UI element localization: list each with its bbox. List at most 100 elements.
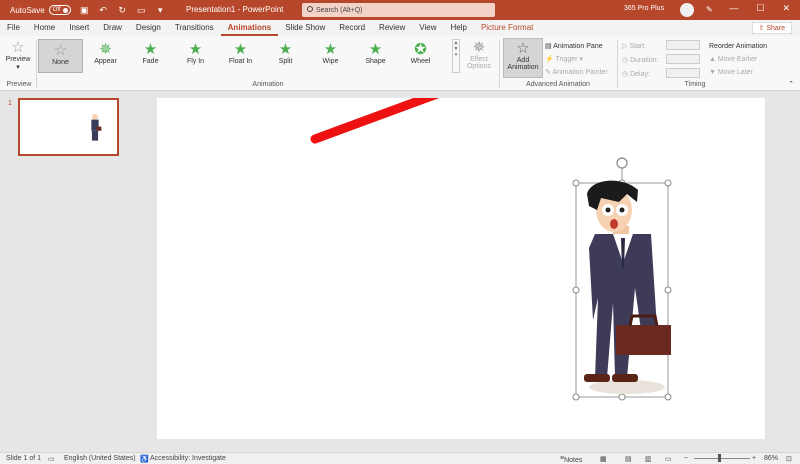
slide-canvas[interactable] (157, 71, 765, 439)
move-earlier-button[interactable]: ▲ Move Earlier (709, 53, 767, 66)
animation-painter-button[interactable]: ✎ Animation Painter (545, 66, 608, 79)
save-icon[interactable]: ▣ (79, 5, 90, 16)
slide-number: 1 (8, 100, 12, 107)
timing-controls: ▷ Start: ◷ Duration: ◷ Delay: (622, 40, 658, 82)
advanced-animation-list: ▤ Animation Pane ⚡ Trigger ▾ ✎ Animation… (545, 40, 608, 79)
tab-slide-show[interactable]: Slide Show (278, 20, 332, 36)
autosave-label: AutoSave (10, 5, 45, 15)
slide-sorter-icon[interactable]: ▤ (625, 455, 632, 463)
slide-thumbnail[interactable] (18, 98, 119, 156)
star-icon: ★ (143, 41, 158, 58)
tab-view[interactable]: View (412, 20, 443, 36)
quick-access-toolbar: ▣ ↶ ↻ ▭ ▾ (79, 5, 166, 16)
close-icon[interactable]: ✕ (782, 3, 790, 14)
search-icon (307, 6, 313, 12)
share-button[interactable]: ⇪ Share (751, 22, 792, 34)
preview-button[interactable]: ☆ Preview ▾ (5, 40, 31, 72)
star-icon: ★ (188, 41, 203, 58)
gallery-scroll[interactable]: ▲ ▼ ▾ (452, 39, 460, 73)
animation-fly-in[interactable]: ★ Fly In (173, 39, 218, 73)
reading-view-icon[interactable]: ▥ (645, 455, 652, 463)
effect-options-button[interactable]: ✵ Effect Options (466, 39, 492, 71)
reorder-title: Reorder Animation (709, 43, 767, 50)
chevron-down-icon: ▾ (16, 64, 20, 71)
pen-icon[interactable]: ✎ (706, 5, 713, 14)
accessibility-status[interactable]: Accessibility: Investigate (150, 455, 226, 462)
tab-review[interactable]: Review (372, 20, 412, 36)
window-controls: — ☐ ✕ (729, 3, 790, 14)
tab-picture-format[interactable]: Picture Format (474, 20, 540, 36)
language-indicator[interactable]: English (United States) (64, 455, 136, 462)
add-animation-button[interactable]: ☆ Add Animation (503, 38, 543, 78)
avatar[interactable] (680, 3, 694, 17)
tab-animations[interactable]: Animations (220, 20, 279, 36)
arrow-down-icon: ▼ (709, 69, 718, 76)
slide-art (310, 71, 672, 401)
status-bar: Slide 1 of 1 ▭ English (United States) ♿… (0, 452, 800, 464)
animation-wipe[interactable]: ★ Wipe (308, 39, 353, 73)
trigger-icon: ⚡ (545, 56, 556, 63)
red-arrow (310, 71, 499, 144)
redo-icon[interactable]: ↻ (117, 5, 128, 16)
collapse-ribbon-icon[interactable]: ⌃ (788, 80, 794, 88)
move-later-button[interactable]: ▼ Move Later (709, 66, 767, 79)
clock-icon: ◷ (622, 71, 631, 78)
zoom-in-icon[interactable]: + (752, 455, 756, 462)
tab-help[interactable]: Help (443, 20, 473, 36)
animation-appear[interactable]: ✵ Appear (83, 39, 128, 73)
normal-view-icon[interactable]: ▦ (600, 455, 607, 463)
star-icon: ★ (278, 41, 293, 58)
group-label-animation: Animation (252, 81, 284, 88)
animation-split[interactable]: ★ Split (263, 39, 308, 73)
start-label: ▷ Start: (622, 43, 647, 50)
divider (36, 40, 37, 88)
tab-record[interactable]: Record (332, 20, 372, 36)
trigger-button[interactable]: ⚡ Trigger ▾ (545, 53, 608, 66)
slideshow-icon[interactable]: ▭ (665, 455, 672, 463)
search-input[interactable]: Search (Alt+Q) (302, 3, 495, 17)
notes-button[interactable]: ≡ Notes (560, 455, 582, 464)
start-select[interactable] (666, 40, 700, 50)
animation-fade[interactable]: ★ Fade (128, 39, 173, 73)
zoom-level[interactable]: 86% (764, 455, 778, 462)
animation-pane-button[interactable]: ▤ Animation Pane (545, 40, 608, 53)
group-label-advanced: Advanced Animation (526, 81, 590, 88)
animation-wheel[interactable]: ✪ Wheel (398, 39, 443, 73)
tab-file[interactable]: File (0, 20, 27, 36)
duration-input[interactable] (666, 54, 700, 64)
zoom-slider-thumb[interactable] (718, 454, 721, 462)
accessibility-icon: ♿ (140, 456, 149, 463)
clock-icon: ◷ (622, 57, 631, 64)
animation-gallery: ☆ None ✵ Appear ★ Fade ★ Fly In ★ Float In ★ S… (38, 39, 450, 73)
star-icon: ★ (233, 41, 248, 58)
divider (499, 40, 500, 88)
autosave-control[interactable]: AutoSave Off (10, 5, 71, 15)
tab-insert[interactable]: Insert (62, 20, 96, 36)
autosave-toggle[interactable]: Off (48, 5, 71, 15)
start-from-beginning-icon[interactable]: ▭ (136, 5, 147, 16)
delay-label: ◷ Delay: (622, 71, 650, 78)
spelling-icon[interactable]: ▭ (48, 455, 55, 463)
animation-none[interactable]: ☆ None (38, 39, 83, 73)
add-animation-icon: ☆ (516, 40, 530, 57)
account-name[interactable]: 365 Pro Plus (624, 5, 664, 12)
zoom-out-icon[interactable]: − (684, 455, 688, 462)
minimize-icon[interactable]: — (729, 3, 738, 14)
group-label-preview: Preview (6, 81, 32, 88)
undo-icon[interactable]: ↶ (98, 5, 109, 16)
effect-options-icon: ✵ (472, 39, 486, 56)
customize-qat-icon[interactable]: ▾ (155, 5, 166, 16)
tab-design[interactable]: Design (129, 20, 168, 36)
animation-shape[interactable]: ★ Shape (353, 39, 398, 73)
animation-float-in[interactable]: ★ Float In (218, 39, 263, 73)
maximize-icon[interactable]: ☐ (756, 3, 764, 14)
tab-home[interactable]: Home (27, 20, 62, 36)
delay-input[interactable] (666, 68, 700, 78)
star-icon: ★ (368, 41, 383, 58)
zoom-slider[interactable] (694, 458, 750, 459)
reorder-controls: Reorder Animation ▲ Move Earlier ▼ Move … (709, 40, 767, 79)
fit-slide-icon[interactable]: ⊡ (786, 455, 792, 463)
tab-transitions[interactable]: Transitions (168, 20, 221, 36)
tab-draw[interactable]: Draw (96, 20, 129, 36)
thumbnail-figure (91, 114, 102, 141)
